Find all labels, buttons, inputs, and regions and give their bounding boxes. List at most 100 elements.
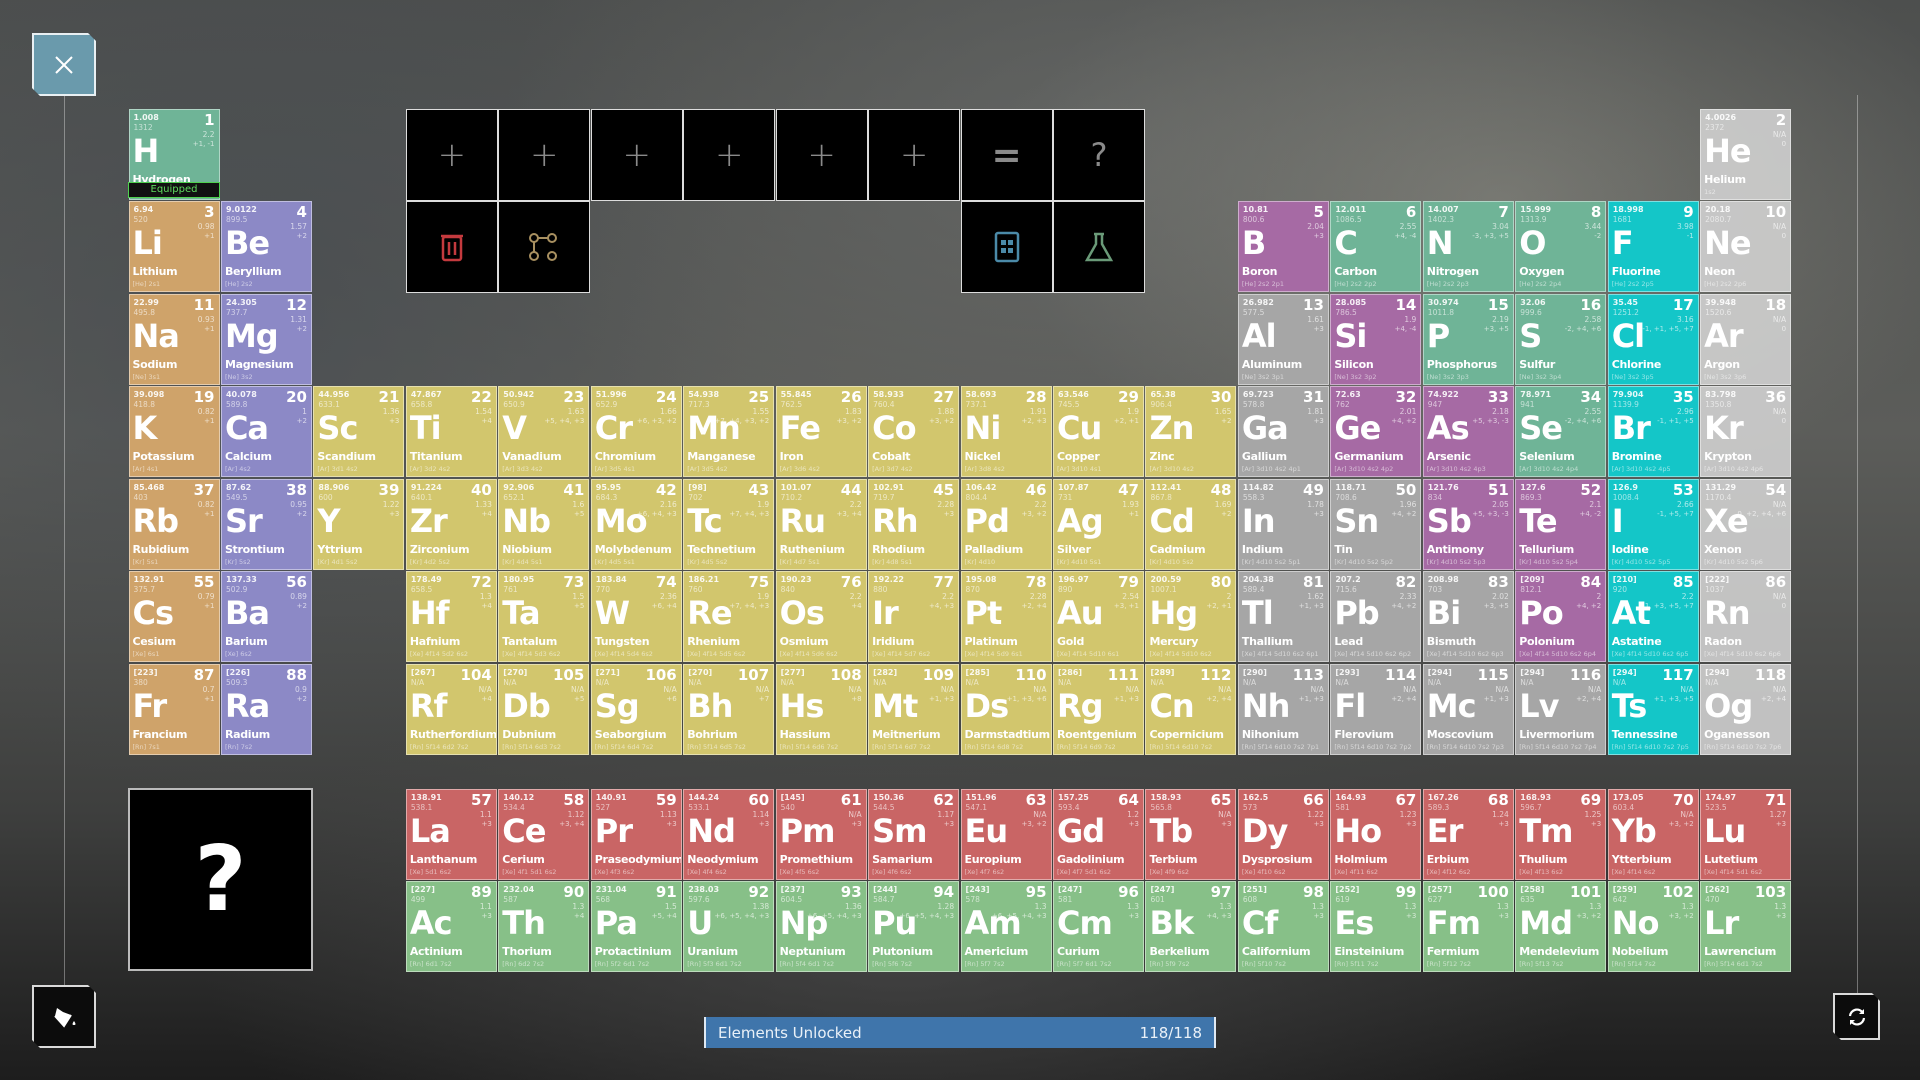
element-fluorine[interactable]: 18.998 1681 9 3.98 -1 F Fluorine [He] 2s2 2p5	[1607, 201, 1699, 293]
element-potassium[interactable]: 39.098 418.8 19 0.82 +1 K Potassium [Ar] 4s1	[128, 386, 220, 478]
element-molybdenum[interactable]: 95.95 684.3 42 2.16 +6, +4, +3 Mo Molybdenum [K…	[590, 478, 682, 570]
element-palladium[interactable]: 106.42 804.4 46 2.2 +3, +2 Pd Palladium [Kr] 4d…	[960, 478, 1052, 570]
element-terbium[interactable]: 158.93 565.8 65 N/A +3 Tb Terbium [Xe] 4f9 6s2	[1145, 788, 1237, 880]
element-plutonium[interactable]: [244] 584.7 94 1.28 +6, +5, +4, +3 Pu Plutoniu…	[868, 881, 960, 972]
element-rhenium[interactable]: 186.21 760 75 1.9 +7, +4, +3 Re Rhenium [Xe] 4f…	[683, 571, 775, 663]
element-calcium[interactable]: 40.078 589.8 20 1 +2 Ca Calcium [Ar] 4s2	[220, 386, 312, 478]
element-rubidium[interactable]: 85.468 403 37 0.82 +1 Rb Rubidium [Kr] 5s1	[128, 478, 220, 570]
element-manganese[interactable]: 54.938 717.3 25 1.55 +7, +4, +3, +2 Mn Mangane…	[683, 386, 775, 478]
element-beryllium[interactable]: 9.0122 899.5 4 1.57 +2 Be Beryllium [He] 2s2	[220, 201, 312, 293]
element-helium[interactable]: 4.0026 2372 2 N/A 0 He Helium 1s2	[1700, 109, 1792, 200]
refresh-button[interactable]	[1833, 993, 1880, 1040]
element-boron[interactable]: 10.81 800.6 5 2.04 +3 B Boron [He] 2s2 2p1	[1237, 201, 1329, 293]
element-vanadium[interactable]: 50.942 650.9 23 1.63 +5, +4, +3 V Vanadium [Ar]…	[498, 386, 590, 478]
element-nitrogen[interactable]: 14.007 1402.3 7 3.04 -3, +3, +5 N Nitrogen [He]…	[1422, 201, 1514, 293]
element-argon[interactable]: 39.948 1520.6 18 N/A 0 Ar Argon [Ne] 3s2 3p6	[1700, 293, 1792, 385]
element-moscovium[interactable]: [294] N/A 115 N/A +1, +3 Mc Moscovium [Rn] 5f14…	[1422, 663, 1514, 755]
element-scandium[interactable]: 44.956 633.1 21 1.36 +3 Sc Scandium [Ar] 3d1 4s…	[313, 386, 405, 478]
close-button[interactable]	[32, 33, 96, 96]
lab-flask-button[interactable]	[1053, 201, 1145, 294]
element-ytterbium[interactable]: 173.05 603.4 70 N/A +3, +2 Yb Ytterbium [Xe] 4f…	[1607, 788, 1699, 880]
element-curium[interactable]: [247] 581 96 1.3 +3 Cm Curium [Rn] 5f7 6d1 7s2	[1053, 881, 1144, 972]
element-antimony[interactable]: 121.76 834 51 2.05 +5, +3, -3 Sb Antimony [Kr] …	[1422, 478, 1514, 570]
element-polonium[interactable]: [209] 812.1 84 2 +4, +2 Po Polonium [Xe] 4f14 5…	[1515, 571, 1607, 663]
equals-slot[interactable]: =	[960, 109, 1053, 201]
element-gallium[interactable]: 69.723 578.8 31 1.81 +3 Ga Gallium [Ar] 3d10 4s…	[1237, 386, 1329, 478]
element-bohrium[interactable]: [270] N/A 107 N/A +7 Bh Bohrium [Rn] 5f14 6d5 7…	[683, 663, 775, 755]
element-thulium[interactable]: 168.93 596.7 69 1.25 +3 Tm Thulium [Xe] 4f13 6s…	[1515, 788, 1607, 880]
element-osmium[interactable]: 190.23 840 76 2.2 +4 Os Osmium [Xe] 4f14 5d6 6s…	[775, 571, 867, 663]
element-holmium[interactable]: 164.93 581 67 1.23 +3 Ho Holmium [Xe] 4f11 6s2	[1330, 788, 1422, 880]
element-tennessine[interactable]: [294] N/A 117 N/A +1, +3, +5 Ts Tennessine [Rn]…	[1607, 663, 1699, 755]
element-sulfur[interactable]: 32.06 999.6 16 2.58 -2, +4, +6 S Sulfur [Ne] 3s…	[1515, 293, 1607, 385]
element-iron[interactable]: 55.845 762.5 26 1.83 +3, +2 Fe Iron [Ar] 3d6 4s…	[775, 386, 867, 478]
element-hassium[interactable]: [277] N/A 108 N/A +8 Hs Hassium [Rn] 5f14 6d6 7…	[775, 663, 867, 755]
element-actinium[interactable]: [227] 499 89 1.1 +3 Ac Actinium [Rn] 6d1 7s2	[405, 881, 497, 972]
element-tungsten[interactable]: 183.84 770 74 2.36 +6, +4 W Tungsten [Xe] 4f14 …	[590, 571, 682, 663]
element-tellurium[interactable]: 127.6 869.3 52 2.1 +4, -2 Te Tellurium [Kr] 4d1…	[1515, 478, 1607, 570]
element-livermorium[interactable]: [294] N/A 116 N/A +2, +4 Lv Livermorium [Rn] 5f…	[1515, 663, 1607, 755]
element-einsteinium[interactable]: [252] 619 99 1.3 +3 Es Einsteinium [Rn] 5f11 7s…	[1330, 881, 1422, 972]
element-yttrium[interactable]: 88.906 600 39 1.22 +3 Y Yttrium [Kr] 4d1 5s2	[313, 478, 405, 570]
element-lithium[interactable]: 6.94 520 3 0.98 +1 Li Lithium [He] 2s1	[128, 201, 220, 293]
element-platinum[interactable]: 195.08 870 78 2.28 +2, +4 Pt Platinum [Xe] 4f14…	[960, 571, 1052, 663]
element-titanium[interactable]: 47.867 658.8 22 1.54 +4 Ti Titanium [Ar] 3d2 4s…	[405, 386, 497, 478]
element-nickel[interactable]: 58.693 737.1 28 1.91 +2, +3 Ni Nickel [Ar] 3d8 …	[960, 386, 1052, 478]
element-lutetium[interactable]: 174.97 523.5 71 1.27 +3 Lu Lutetium [Xe] 4f14 5…	[1700, 788, 1792, 880]
element-europium[interactable]: 151.96 547.1 63 N/A +3, +2 Eu Europium [Xe] 4f7…	[960, 788, 1052, 880]
element-technetium[interactable]: [98] 702 43 1.9 +7, +4, +3 Tc Technetium [Kr] 4…	[683, 478, 775, 570]
element-strontium[interactable]: 87.62 549.5 38 0.95 +2 Sr Strontium [Kr] 5s2	[220, 478, 312, 570]
element-bromine[interactable]: 79.904 1139.9 35 2.96 -1, +1, +5 Br Bromine [Ar…	[1607, 386, 1699, 478]
element-silver[interactable]: 107.87 731 47 1.93 +1 Ag Silver [Kr] 4d10 5s1	[1053, 478, 1144, 570]
element-californium[interactable]: [251] 608 98 1.3 +3 Cf Californium [Rn] 5f10 7s…	[1237, 881, 1329, 972]
element-cerium[interactable]: 140.12 534.4 58 1.12 +3, +4 Ce Cerium [Xe] 4f1 …	[498, 788, 590, 880]
element-rhodium[interactable]: 102.91 719.7 45 2.28 +3 Rh Rhodium [Kr] 4d8 5s1	[868, 478, 960, 570]
element-nobelium[interactable]: [259] 642 102 1.3 +3, +2 No Nobelium [Rn] 5f14 …	[1607, 881, 1699, 972]
element-neon[interactable]: 20.18 2080.7 10 N/A 0 Ne Neon [He] 2s2 2p6	[1700, 201, 1792, 293]
element-promethium[interactable]: [145] 540 61 N/A +3 Pm Promethium [Xe] 4f5 6s2	[775, 788, 867, 880]
element-radium[interactable]: [226] 509.3 88 0.9 +2 Ra Radium [Rn] 7s2	[220, 663, 312, 755]
element-fermium[interactable]: [257] 627 100 1.3 +3 Fm Fermium [Rn] 5f12 7s2	[1422, 881, 1514, 972]
element-sodium[interactable]: 22.99 495.8 11 0.93 +1 Na Sodium [Ne] 3s1	[128, 293, 220, 385]
element-arsenic[interactable]: 74.922 947 33 2.18 +5, +3, -3 As Arsenic [Ar] 3…	[1422, 386, 1514, 478]
element-selenium[interactable]: 78.971 941 34 2.55 -2, +4, +6 Se Selenium [Ar] …	[1515, 386, 1607, 478]
element-oxygen[interactable]: 15.999 1313.9 8 3.44 -2 O Oxygen [He] 2s2 2p4	[1515, 201, 1607, 293]
element-neptunium[interactable]: [237] 604.5 93 1.36 +6, +5, +4, +3 Np Neptuniu…	[775, 881, 867, 972]
result-slot[interactable]: ?	[1053, 109, 1145, 201]
mystery-element-slot[interactable]: ?	[128, 788, 313, 971]
element-astatine[interactable]: [210] 920 85 2.2 +1, +3, +5, +7 At Astatine [Xe…	[1607, 571, 1699, 663]
paint-bucket-button[interactable]	[32, 985, 96, 1048]
ingredient-slot-1[interactable]: +	[405, 109, 498, 201]
element-magnesium[interactable]: 24.305 737.7 12 1.31 +2 Mg Magnesium [Ne] 3s2	[220, 293, 312, 385]
element-mendelevium[interactable]: [258] 635 101 1.3 +3, +2 Md Mendelevium [Rn] 5f…	[1515, 881, 1607, 972]
ingredient-slot-5[interactable]: +	[775, 109, 868, 201]
element-carbon[interactable]: 12.011 1086.5 6 2.55 +4, -4 C Carbon [He] 2s2 2…	[1330, 201, 1422, 293]
element-iodine[interactable]: 126.9 1008.4 53 2.66 -1, +5, +7 I Iodine [Kr] 4…	[1607, 478, 1699, 570]
element-thallium[interactable]: 204.38 589.4 81 1.62 +1, +3 Tl Thallium [Xe] 4f…	[1237, 571, 1329, 663]
periodic-table-button[interactable]	[960, 201, 1053, 294]
element-nihonium[interactable]: [290] N/A 113 N/A +1, +3 Nh Nihonium [Rn] 5f14 …	[1237, 663, 1329, 755]
element-lanthanum[interactable]: 138.91 538.1 57 1.1 +3 La Lanthanum [Xe] 5d1 6s…	[405, 788, 497, 880]
element-cadmium[interactable]: 112.41 867.8 48 1.69 +2 Cd Cadmium [Kr] 4d10 5s…	[1145, 478, 1237, 570]
element-seaborgium[interactable]: [271] N/A 106 N/A +6 Sg Seaborgium [Rn] 5f14 6d…	[590, 663, 682, 755]
element-xenon[interactable]: 131.29 1170.4 54 N/A 0, +2, +4, +6 Xe Xenon [Kr…	[1700, 478, 1792, 570]
element-gold[interactable]: 196.97 890 79 2.54 +3, +1 Au Gold [Xe] 4f14 5d1…	[1053, 571, 1144, 663]
element-krypton[interactable]: 83.798 1350.8 36 N/A 0 Kr Krypton [Ar] 3d10 4s2…	[1700, 386, 1792, 478]
element-lawrencium[interactable]: [262] 470 103 1.3 +3 Lr Lawrencium [Rn] 5f14 6d…	[1700, 881, 1792, 972]
element-meitnerium[interactable]: [282] N/A 109 N/A +1, +3 Mt Meitnerium [Rn] 5f1…	[868, 663, 960, 755]
element-protactinium[interactable]: 231.04 568 91 1.5 +5, +4 Pa Protactinium [Rn] 5…	[590, 881, 682, 972]
reaction-tree-button[interactable]	[498, 201, 591, 294]
element-dubnium[interactable]: [270] N/A 105 N/A +5 Db Dubnium [Rn] 5f14 6d3 7…	[498, 663, 590, 755]
element-mercury[interactable]: 200.59 1007.1 80 2 +2, +1 Hg Mercury [Xe] 4f14 …	[1145, 571, 1237, 663]
element-roentgenium[interactable]: [286] N/A 111 N/A +1, +3 Rg Roentgenium [Rn] 5f…	[1053, 663, 1144, 755]
element-zinc[interactable]: 65.38 906.4 30 1.65 +2 Zn Zinc [Ar] 3d10 4s2	[1145, 386, 1237, 478]
element-cesium[interactable]: 132.91 375.7 55 0.79 +1 Cs Cesium [Xe] 6s1	[128, 571, 220, 663]
element-darmstadtium[interactable]: [285] N/A 110 N/A +1, +3, +6 Ds Darmstadtium [R…	[960, 663, 1052, 755]
element-dysprosium[interactable]: 162.5 573 66 1.22 +3 Dy Dysprosium [Xe] 4f10 6s…	[1237, 788, 1329, 880]
element-copper[interactable]: 63.546 745.5 29 1.9 +2, +1 Cu Copper [Ar] 3d10 …	[1053, 386, 1144, 478]
element-ruthenium[interactable]: 101.07 710.2 44 2.2 +3, +4 Ru Ruthenium [Kr] 4d…	[775, 478, 867, 570]
element-chromium[interactable]: 51.996 652.9 24 1.66 +6, +3, +2 Cr Chromium [Ar…	[590, 386, 682, 478]
element-niobium[interactable]: 92.906 652.1 41 1.6 +5 Nb Niobium [Kr] 4d4 5s1	[498, 478, 590, 570]
element-silicon[interactable]: 28.085 786.5 14 1.9 +4, -4 Si Silicon [Ne] 3s2 …	[1330, 293, 1422, 385]
ingredient-slot-2[interactable]: +	[498, 109, 591, 201]
